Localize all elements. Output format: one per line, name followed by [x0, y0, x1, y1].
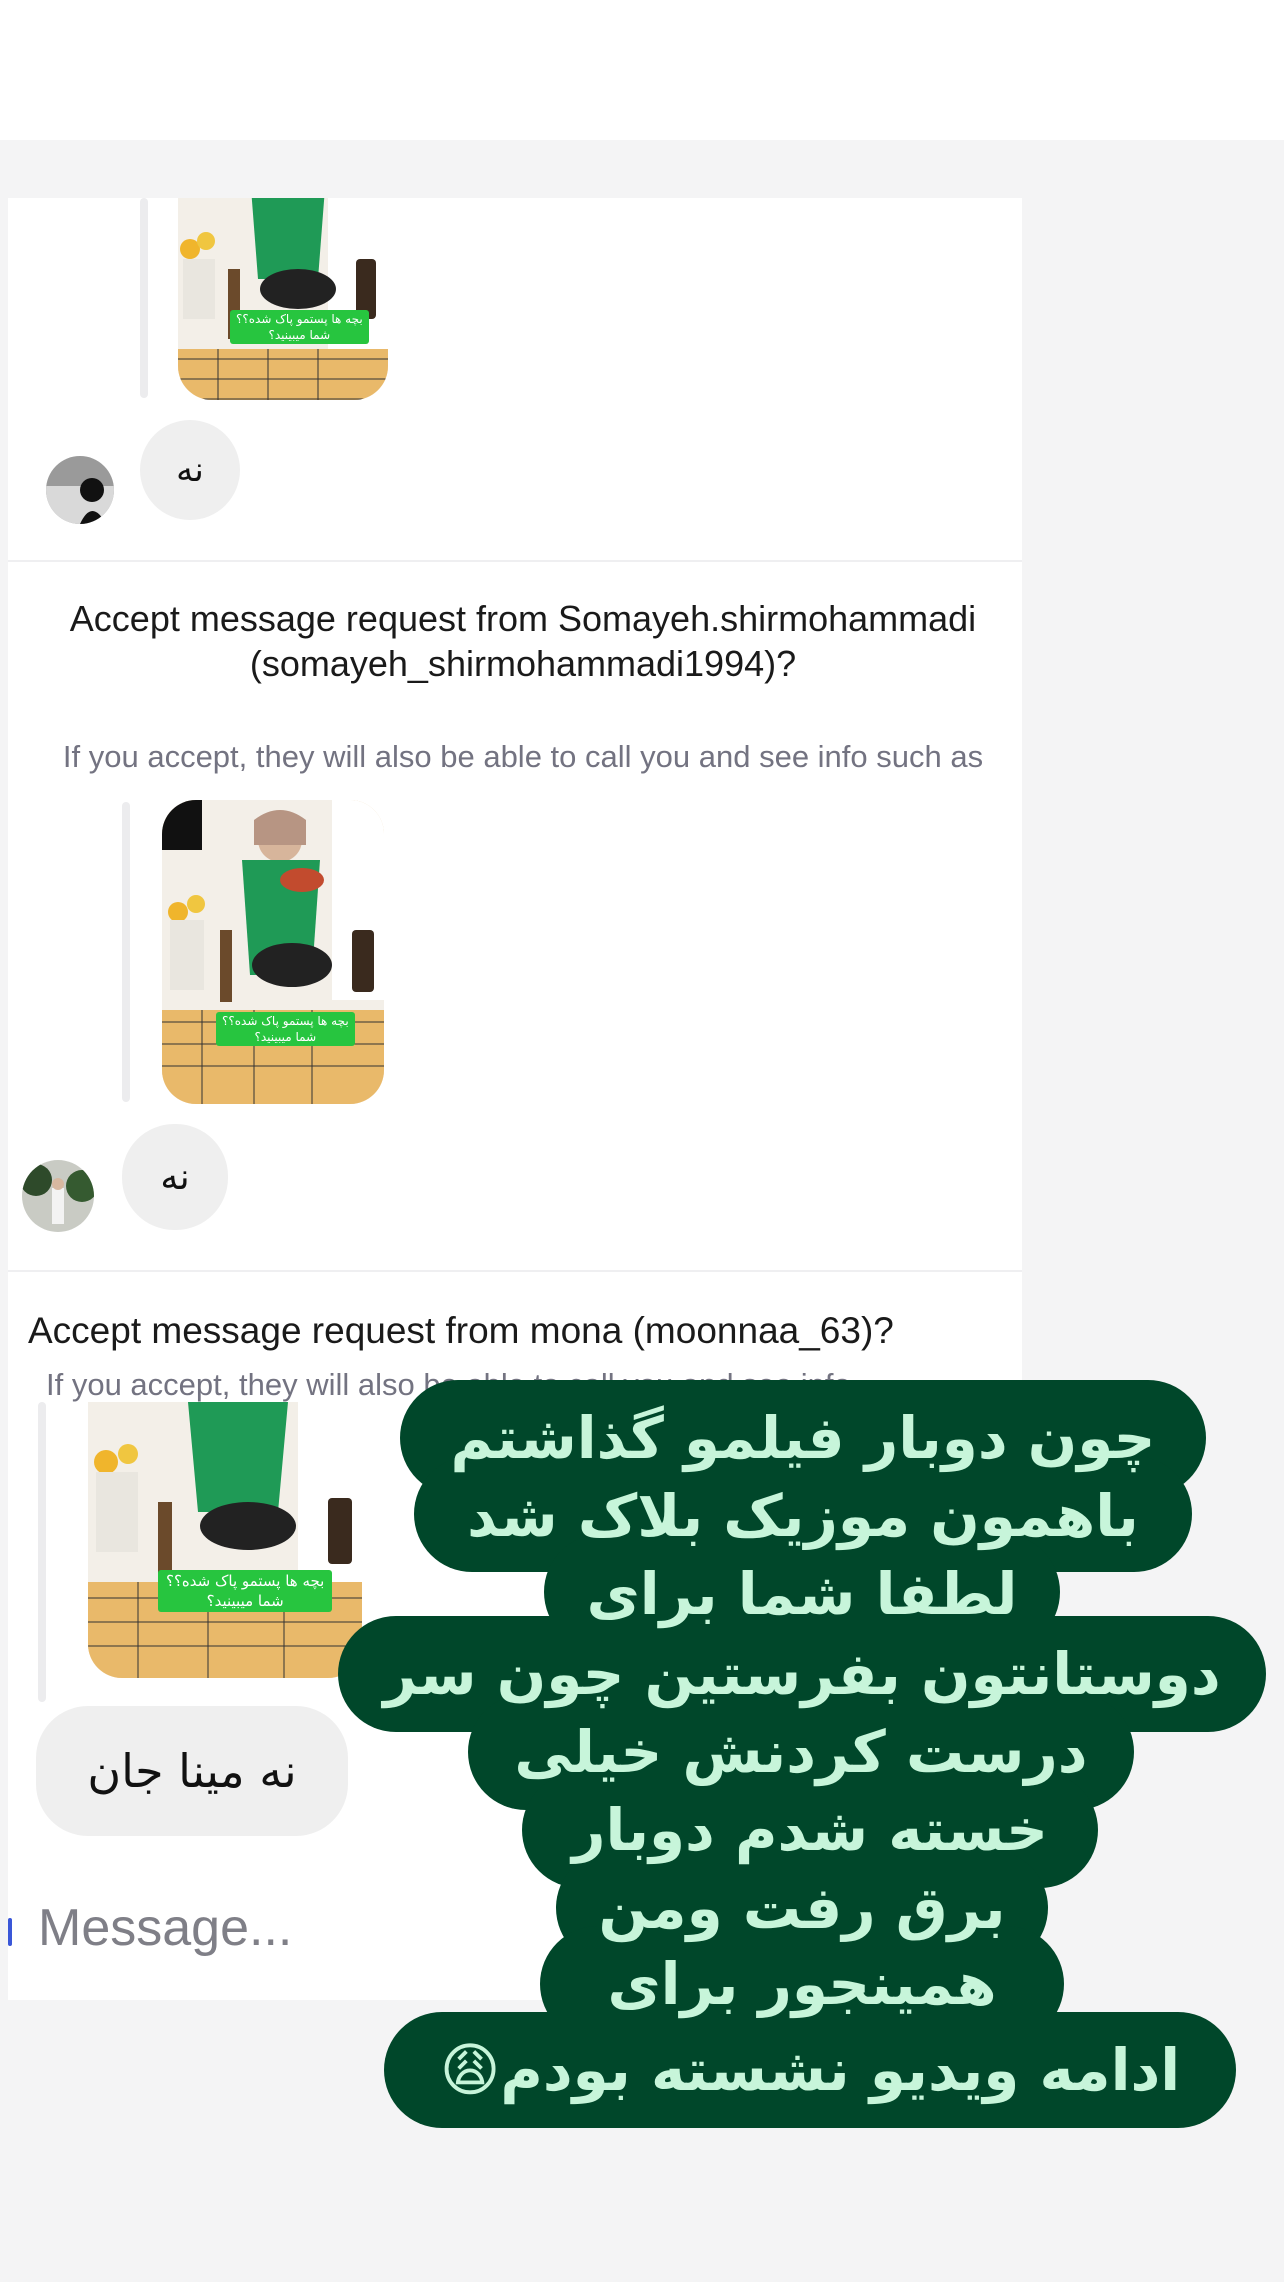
reply-line: [140, 198, 148, 398]
story-line: خسته شدم دوبار: [572, 1796, 1048, 1864]
post-image: [162, 800, 384, 1104]
story-line: چون دوبار فیلمو گذاشتم: [450, 1404, 1156, 1472]
message-bubble[interactable]: نه: [122, 1124, 228, 1230]
shared-post-thumbnail[interactable]: بچه ها پستمو پاک شده؟؟ شما میبینید؟: [178, 198, 388, 400]
status-area: [0, 0, 1284, 140]
avatar-photo: [22, 1160, 94, 1232]
request-title: Accept message request from mona (moonna…: [28, 1310, 894, 1351]
avatar[interactable]: [46, 456, 114, 524]
post-image: [178, 198, 388, 400]
story-line: ادامه ویدیو نشسته بودم😩: [439, 2036, 1181, 2104]
reply-line: [122, 802, 130, 1102]
message-bubble[interactable]: نه: [140, 420, 240, 520]
avatar[interactable]: [22, 1160, 94, 1232]
story-line: باهمون موزیک بلاک شد: [467, 1482, 1139, 1550]
story-text-overlay: چون دوبار فیلمو گذاشتم باهمون موزیک بلاک…: [0, 1380, 1284, 2130]
sticker-text: بچه ها پستمو پاک شده؟؟ شما میبینید؟: [216, 1012, 355, 1046]
request-subtitle: If you accept, they will also be able to…: [62, 739, 984, 774]
avatar-photo: [46, 456, 114, 524]
shared-post-thumbnail[interactable]: بچه ها پستمو پاک شده؟؟ شما میبینید؟: [162, 800, 384, 1104]
request-title: Accept message request from Somayeh.shir…: [69, 598, 977, 684]
story-line: دوستانتون بفرستین چون سر: [383, 1640, 1221, 1708]
thread-1: بچه ها پستمو پاک شده؟؟ شما میبینید؟ نه: [8, 198, 1022, 560]
story-line: لطفا شما برای: [586, 1560, 1018, 1628]
story-line: همینجور برای: [607, 1950, 997, 2018]
story-line: برق رفت ومن: [598, 1874, 1006, 1942]
story-line: درست کردنش خیلی: [514, 1718, 1088, 1786]
sticker-text: بچه ها پستمو پاک شده؟؟ شما میبینید؟: [230, 310, 369, 344]
thread-2: Accept message request from Somayeh.shir…: [8, 562, 1022, 1270]
